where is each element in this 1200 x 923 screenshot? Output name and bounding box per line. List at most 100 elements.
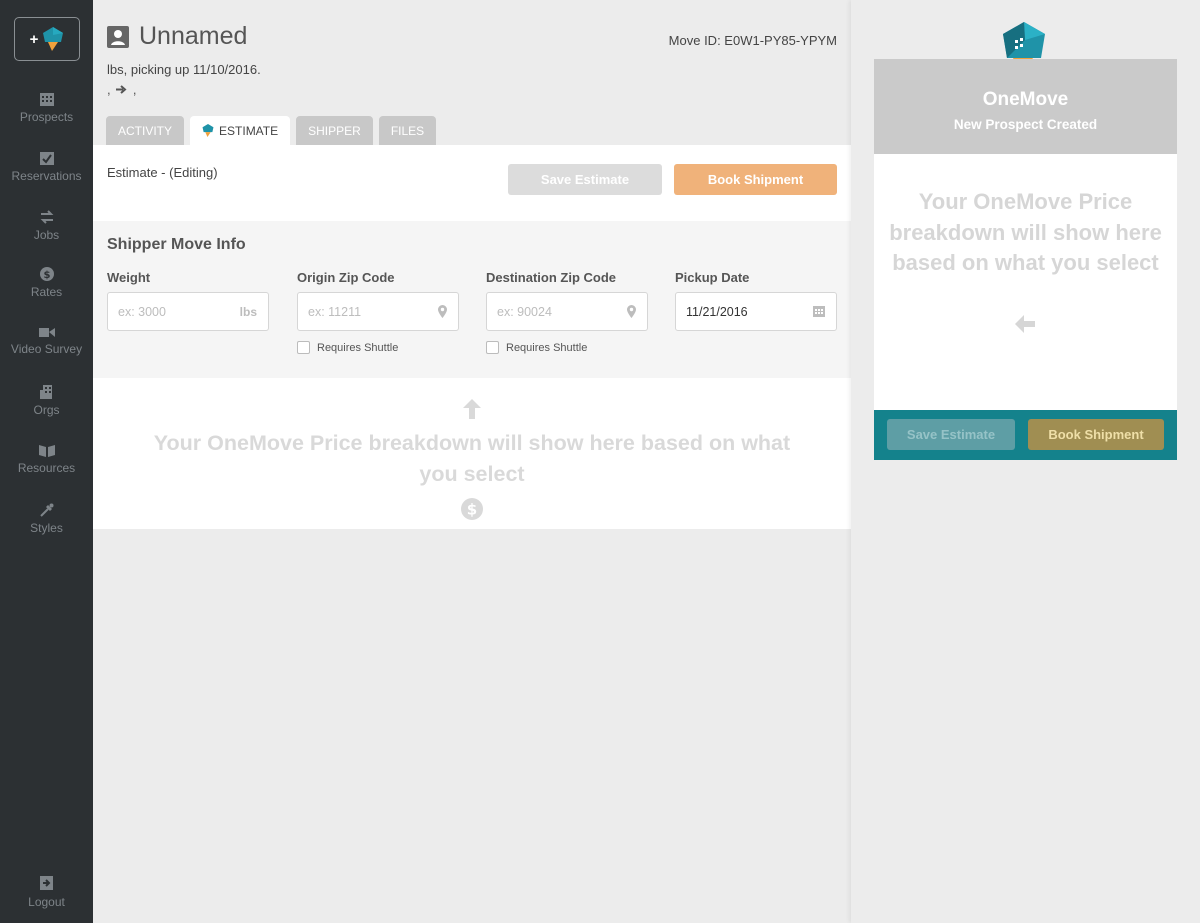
route-origin: , [107,82,111,97]
sidebar-item-label: Resources [17,461,76,475]
sidebar-item-orgs[interactable]: Orgs [0,385,93,417]
tab-label: SHIPPER [308,123,361,138]
route-summary: , , [107,82,137,97]
logout-label: Logout [28,895,65,909]
panel-book-shipment-button[interactable]: Book Shipment [1028,419,1164,450]
dollar-circle-icon: $ [461,498,483,520]
save-estimate-button[interactable]: Save Estimate [508,164,662,195]
calendar-check-icon [39,152,54,165]
pipette-icon [39,503,53,517]
onemove-logo-icon [43,27,64,51]
main-content: Unnamed Move ID: E0W1-PY85-YPYM lbs, pic… [93,0,851,923]
user-icon [107,25,129,48]
destination-field-group: Destination Zip Code ex: 90024 [486,270,648,331]
sidebar-item-label: Prospects [19,110,74,124]
arrow-left-icon [1015,315,1035,333]
weight-input[interactable]: ex: 3000 lbs [107,292,269,331]
card-message: Your OneMove Price breakdown will show h… [889,189,1162,275]
plus-label: + [29,30,39,48]
tab-shipper[interactable]: SHIPPER [296,116,373,145]
card-actions: Save Estimate Book Shipment [874,410,1177,460]
breakdown-message: Your OneMove Price breakdown will show h… [153,431,791,486]
logout-icon [40,876,53,890]
estimate-toolbar: Estimate - (Editing) Save Estimate Book … [93,145,851,221]
pickup-date-input[interactable]: 11/21/2016 [675,292,837,331]
weight-placeholder: ex: 3000 [118,304,166,319]
card-header: OneMove New Prospect Created [874,59,1177,154]
sidebar-item-label: Orgs [33,403,60,417]
sidebar-item-prospects[interactable]: Prospects [0,92,93,124]
new-prospect-button[interactable]: + [14,17,80,61]
origin-placeholder: ex: 11211 [308,304,362,319]
dollar-circle-icon: $ [39,267,54,281]
grid-calendar-icon [39,93,54,106]
panel-save-estimate-button[interactable]: Save Estimate [887,419,1015,450]
title-row: Unnamed [107,22,247,51]
sidebar-item-video-survey[interactable]: Video Survey [0,326,93,356]
prospect-card: OneMove New Prospect Created Your OneMov… [874,59,1177,460]
arrow-right-icon [116,85,127,94]
card-body: Your OneMove Price breakdown will show h… [874,154,1177,410]
sidebar-item-label: Rates [30,285,63,299]
svg-text:$: $ [43,270,50,281]
sidebar-item-label: Styles [30,521,63,535]
sidebar-item-styles[interactable]: Styles [0,503,93,535]
svg-text:$: $ [467,501,477,519]
price-breakdown: Your OneMove Price breakdown will show h… [93,378,851,529]
tab-bar: ACTIVITY ESTIMATE SHIPPER FILES [106,116,437,145]
onemove-logo-icon [202,123,214,138]
sidebar-item-resources[interactable]: Resources [0,444,93,475]
route-destination: , [132,82,137,97]
tab-label: ACTIVITY [118,123,173,138]
shuttle-label: Requires Shuttle [317,341,399,354]
building-icon [39,385,52,399]
brand-name: OneMove [982,89,1069,110]
page-header: Unnamed Move ID: E0W1-PY85-YPYM lbs, pic… [93,0,851,145]
destination-zip-input[interactable]: ex: 90024 [486,292,648,331]
shipper-move-info: Shipper Move Info Weight ex: 3000 lbs Or… [93,221,851,378]
move-id: Move ID: E0W1-PY85-YPYM [668,33,837,48]
sidebar: + Prospects Reservations Jobs $ Rates Vi… [0,0,93,923]
page-title: Unnamed [139,22,248,50]
sidebar-item-rates[interactable]: $ Rates [0,267,93,299]
pickup-label: Pickup Date [675,270,750,285]
book-icon [38,445,55,457]
sidebar-item-label: Reservations [11,169,82,183]
tab-label: FILES [390,123,425,138]
destination-shuttle-checkbox[interactable]: Requires Shuttle [486,341,587,354]
logout-button[interactable]: Logout [0,876,93,909]
pickup-field-group: Pickup Date 11/21/2016 [675,270,837,331]
calendar-icon[interactable] [813,305,825,317]
move-summary: lbs, picking up 11/10/2016. [107,62,261,77]
weight-unit: lbs [239,304,257,319]
origin-shuttle-checkbox[interactable]: Requires Shuttle [297,341,398,354]
map-pin-icon [438,305,447,318]
section-heading: Shipper Move Info [107,236,246,253]
weight-label: Weight [107,270,151,285]
map-pin-icon [627,305,636,318]
tab-estimate[interactable]: ESTIMATE [190,116,291,145]
card-status: New Prospect Created [953,117,1098,132]
checkbox-box[interactable] [486,341,499,354]
weight-field-group: Weight ex: 3000 lbs [107,270,269,331]
sidebar-item-label: Video Survey [10,342,83,356]
origin-label: Origin Zip Code [297,270,395,285]
origin-field-group: Origin Zip Code ex: 11211 [297,270,459,331]
shuttle-label: Requires Shuttle [506,341,588,354]
pickup-date-value: 11/21/2016 [686,304,748,319]
estimate-status: Estimate - (Editing) [107,165,218,180]
arrow-up-icon [463,399,481,419]
tab-activity[interactable]: ACTIVITY [106,116,185,145]
video-camera-icon [38,328,55,337]
checkbox-box[interactable] [297,341,310,354]
book-shipment-button[interactable]: Book Shipment [674,164,837,195]
destination-label: Destination Zip Code [486,270,616,285]
origin-zip-input[interactable]: ex: 11211 [297,292,459,331]
sidebar-item-jobs[interactable]: Jobs [0,210,93,242]
sidebar-item-reservations[interactable]: Reservations [0,151,93,183]
destination-placeholder: ex: 90024 [497,304,552,319]
sidebar-item-label: Jobs [33,228,60,242]
tab-files[interactable]: FILES [378,116,437,145]
swap-arrows-icon [40,210,53,224]
tab-label: ESTIMATE [219,123,279,138]
